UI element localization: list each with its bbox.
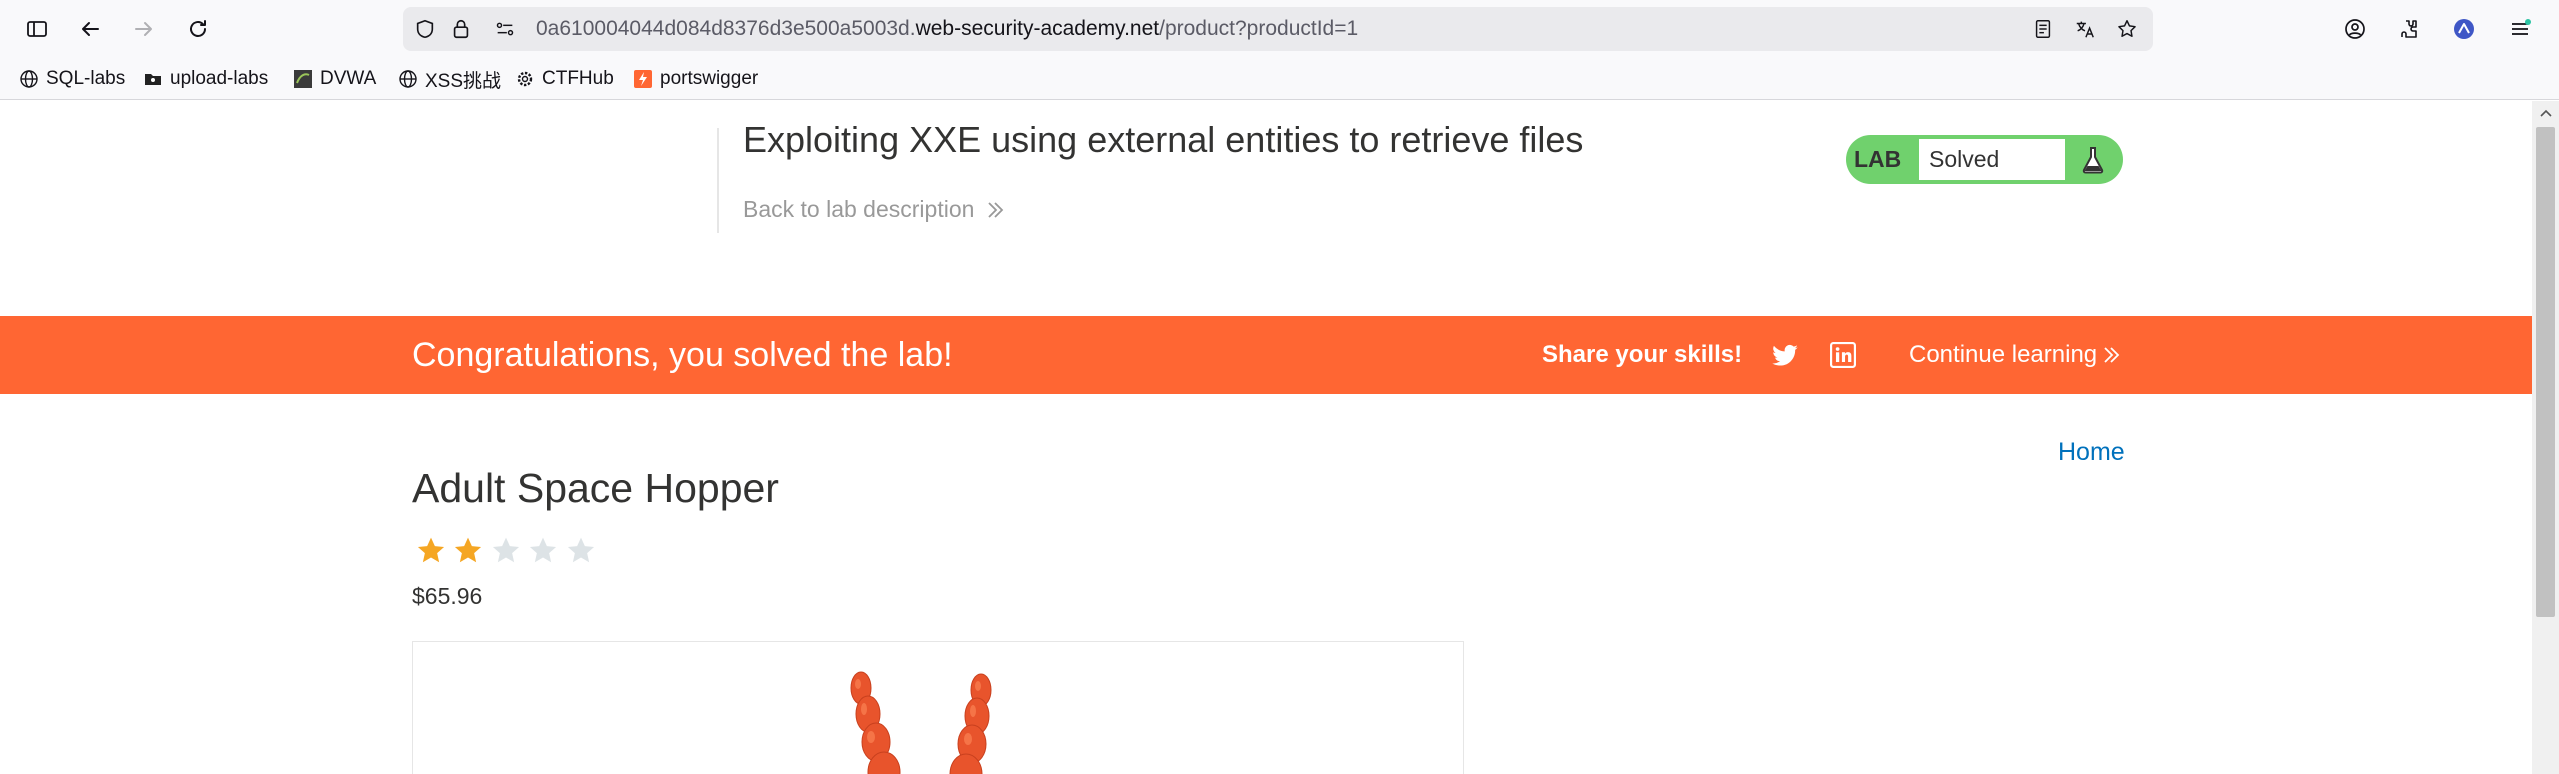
product-image bbox=[412, 641, 1464, 774]
continue-learning-link[interactable]: Continue learning bbox=[1909, 316, 2123, 394]
account-icon bbox=[2345, 19, 2365, 39]
bookmark-star-icon[interactable] bbox=[2115, 17, 2139, 41]
reader-view-icon[interactable] bbox=[2031, 17, 2055, 41]
continue-learning-label: Continue learning bbox=[1909, 341, 2098, 368]
gear-icon bbox=[514, 68, 536, 90]
sidebar-icon bbox=[27, 21, 47, 37]
lab-title: Exploiting XXE using external entities t… bbox=[743, 119, 1584, 160]
twitter-share-button[interactable] bbox=[1770, 340, 1800, 370]
lab-status-word: LAB bbox=[1854, 146, 1902, 172]
bookmark-label: SQL-labs bbox=[46, 68, 126, 89]
url-path: /product?productId=1 bbox=[1159, 17, 1359, 40]
page-scrollbar[interactable] bbox=[2532, 101, 2559, 774]
hamburger-menu-icon bbox=[2512, 19, 2531, 35]
star-empty-icon bbox=[525, 533, 563, 569]
bookmark-item[interactable]: upload-labs bbox=[142, 65, 268, 93]
back-button[interactable] bbox=[70, 10, 110, 48]
browser-toolbar: 0a610004044d084d8376d3e500a5003d.web-sec… bbox=[0, 0, 2559, 58]
globe-icon bbox=[397, 68, 419, 90]
globe-icon bbox=[18, 68, 40, 90]
home-link[interactable]: Home bbox=[2058, 438, 2125, 467]
double-chevron-right-icon bbox=[2104, 347, 2120, 363]
star-empty-icon bbox=[562, 533, 600, 569]
lab-status-widget: LAB Solved bbox=[1846, 135, 2123, 184]
product-rating bbox=[412, 533, 600, 569]
account-button[interactable] bbox=[2335, 10, 2375, 48]
portswigger-icon bbox=[632, 68, 654, 90]
bookmark-item[interactable]: portswigger bbox=[632, 65, 758, 93]
bookmark-item[interactable]: XSS挑战 bbox=[397, 65, 501, 93]
space-hopper-image bbox=[850, 671, 992, 774]
bookmark-item[interactable]: DVWA bbox=[292, 65, 376, 93]
product-price: $65.96 bbox=[412, 583, 483, 609]
bookmark-item[interactable]: CTFHub bbox=[514, 65, 614, 93]
star-empty-icon bbox=[487, 533, 525, 569]
url-text[interactable]: 0a610004044d084d8376d3e500a5003d.web-sec… bbox=[536, 7, 1358, 51]
page-content: Exploiting XXE using external entities t… bbox=[0, 101, 2532, 774]
permissions-icon[interactable] bbox=[493, 17, 517, 41]
arrow-right-icon bbox=[135, 22, 152, 36]
bookmarks-toolbar: SQL-labs upload-labs DVWA XSS挑战 CTFHub p… bbox=[0, 58, 2559, 100]
folder-icon bbox=[142, 68, 164, 90]
reload-icon bbox=[190, 20, 206, 37]
address-bar[interactable]: 0a610004044d084d8376d3e500a5003d.web-sec… bbox=[403, 7, 2153, 51]
browser-window: 0a610004044d084d8376d3e500a5003d.web-sec… bbox=[0, 0, 2559, 774]
linkedin-icon bbox=[1830, 342, 1856, 368]
translate-icon[interactable] bbox=[2073, 17, 2097, 41]
vpn-icon bbox=[2454, 19, 2474, 39]
lock-icon[interactable] bbox=[449, 17, 473, 41]
lab-status-value: Solved bbox=[1918, 138, 2066, 181]
menu-button[interactable] bbox=[2500, 10, 2540, 48]
vpn-button[interactable] bbox=[2444, 10, 2484, 48]
bookmark-label: DVWA bbox=[320, 68, 377, 89]
bookmark-label: CTFHub bbox=[542, 68, 614, 89]
product-title: Adult Space Hopper bbox=[412, 465, 779, 511]
star-filled-icon bbox=[412, 533, 450, 569]
congratulations-banner: Congratulations, you solved the lab! Sha… bbox=[0, 316, 2532, 394]
bookmark-label: portswigger bbox=[660, 68, 759, 89]
back-to-lab-description-link[interactable]: Back to lab description bbox=[743, 196, 1006, 223]
url-subdomain: 0a610004044d084d8376d3e500a5003d. bbox=[536, 17, 916, 40]
flask-icon bbox=[2068, 135, 2118, 184]
puzzle-icon bbox=[2401, 20, 2417, 38]
bookmark-item[interactable]: SQL-labs bbox=[18, 65, 125, 93]
sidebar-toggle-button[interactable] bbox=[17, 10, 57, 48]
reload-button[interactable] bbox=[178, 10, 218, 48]
scroll-up-arrow-icon[interactable] bbox=[2532, 101, 2559, 125]
back-link-label: Back to lab description bbox=[743, 196, 975, 222]
double-chevron-right-icon bbox=[988, 201, 1004, 218]
extensions-button[interactable] bbox=[2389, 10, 2429, 48]
bookmark-label: upload-labs bbox=[170, 68, 269, 89]
twitter-icon bbox=[1772, 344, 1798, 366]
banner-message: Congratulations, you solved the lab! bbox=[412, 336, 953, 374]
share-skills-label: Share your skills! bbox=[1542, 341, 1743, 368]
header-divider bbox=[717, 128, 719, 233]
star-filled-icon bbox=[450, 533, 488, 569]
linkedin-share-button[interactable] bbox=[1828, 340, 1858, 370]
shield-icon[interactable] bbox=[413, 17, 437, 41]
dvwa-icon bbox=[292, 68, 314, 90]
arrow-left-icon bbox=[82, 22, 99, 36]
forward-button[interactable] bbox=[124, 10, 164, 48]
scrollbar-thumb[interactable] bbox=[2536, 127, 2555, 617]
url-domain: web-security-academy.net bbox=[915, 17, 1160, 40]
bookmark-label: XSS挑战 bbox=[425, 70, 502, 92]
